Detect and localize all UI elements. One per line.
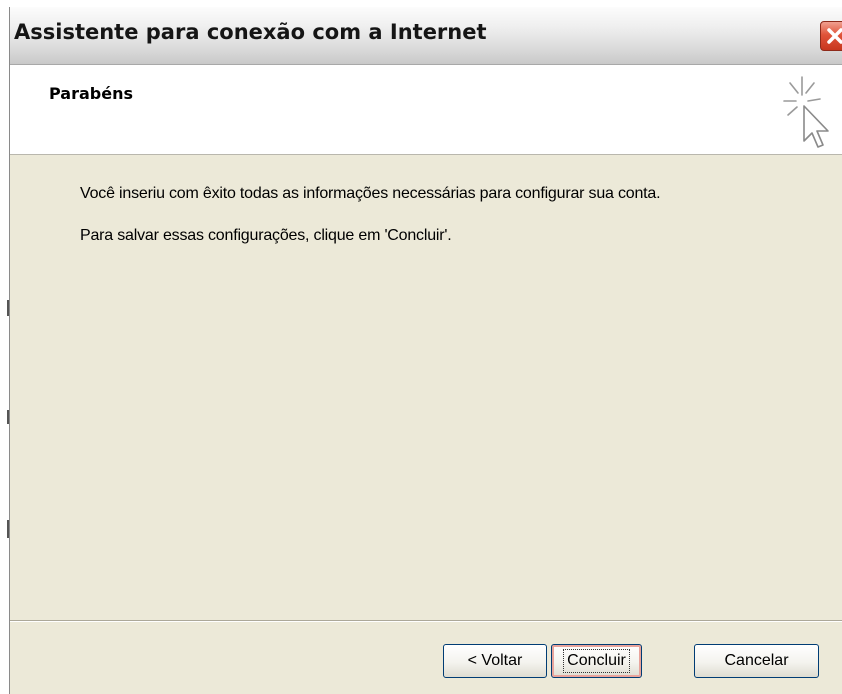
- back-button[interactable]: < Voltar: [443, 644, 547, 678]
- back-button-label: < Voltar: [467, 652, 523, 669]
- close-button[interactable]: [820, 21, 842, 51]
- instruction-message: Para salvar essas configurações, clique …: [80, 227, 452, 244]
- page-title: Parabéns: [49, 84, 133, 103]
- cancel-button-label: Cancelar: [724, 652, 789, 669]
- sparkle-cursor-icon: [783, 76, 829, 148]
- finish-button[interactable]: Concluir: [551, 644, 642, 678]
- finish-button-label: Concluir: [563, 649, 630, 673]
- wizard-header: Parabéns: [10, 65, 842, 155]
- content-area: Você inseriu com êxito todas as informaç…: [10, 155, 842, 622]
- title-bar[interactable]: Assistente para conexão com a Internet: [10, 7, 842, 65]
- success-message: Você inseriu com êxito todas as informaç…: [80, 185, 661, 202]
- close-icon: [827, 28, 842, 44]
- background-edge: [0, 0, 9, 694]
- wizard-window: Assistente para conexão com a Internet P…: [9, 7, 842, 694]
- window-title: Assistente para conexão com a Internet: [14, 20, 487, 44]
- button-separator: [10, 620, 842, 622]
- cancel-button[interactable]: Cancelar: [694, 644, 819, 678]
